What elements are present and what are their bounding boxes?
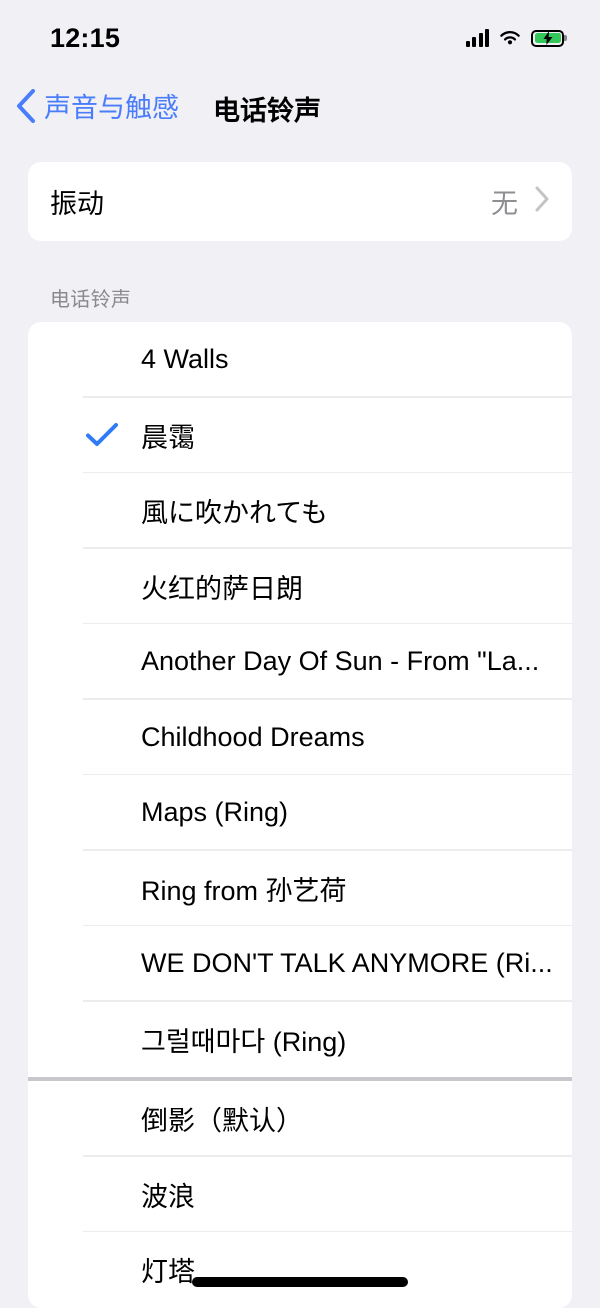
vibration-label: 振动 xyxy=(50,189,104,219)
checkmark-icon xyxy=(86,423,118,447)
ringtone-row[interactable]: 그럴때마다 (Ring) xyxy=(28,1002,572,1078)
navigation-bar: 声音与触感 电话铃声 xyxy=(0,72,600,144)
battery-charging-icon xyxy=(531,29,564,47)
ringtone-label: 火红的萨日朗 xyxy=(141,573,303,604)
vibration-card: 振动 无 xyxy=(28,162,572,241)
ringtone-row[interactable]: 波浪 xyxy=(28,1157,572,1232)
ringtone-system-group: 倒影（默认） 波浪灯塔 xyxy=(28,1081,572,1308)
ringtone-label: Ring from 孙艺荷 xyxy=(141,875,347,906)
ringtone-label: WE DON'T TALK ANYMORE (Ri... xyxy=(141,948,553,979)
ringtone-row[interactable]: 4 Walls xyxy=(28,322,572,398)
ringtone-row[interactable]: Ring from 孙艺荷 xyxy=(28,851,572,926)
ringtone-label: 波浪 xyxy=(141,1181,195,1212)
ringtone-row[interactable]: Another Day Of Sun - From "La... xyxy=(28,624,572,700)
ringtone-section-header: 电话铃声 xyxy=(50,289,132,311)
ringtone-list-card: 4 Walls 晨霭風に吹かれても 火红的萨日朗 Another Day Of Sun… xyxy=(28,322,572,1308)
back-button-label: 声音与触感 xyxy=(44,92,179,123)
ringtone-row[interactable]: 倒影（默认） xyxy=(28,1081,572,1157)
home-indicator xyxy=(192,1277,408,1287)
vibration-value: 无 xyxy=(491,189,518,219)
ringtone-row[interactable]: 晨霭 xyxy=(28,398,572,473)
ringtone-row[interactable]: WE DON'T TALK ANYMORE (Ri... xyxy=(28,926,572,1002)
ringtone-label: Childhood Dreams xyxy=(141,721,365,752)
ringtone-label: 灯塔 xyxy=(141,1257,195,1288)
ringtone-label: 4 Walls xyxy=(141,344,229,375)
settings-content: 振动 无 电话铃声 4 Walls 晨霭風に吹かれても 火红的萨日朗 Another … xyxy=(0,162,600,1308)
ringtone-label: 그럴때마다 (Ring) xyxy=(141,1026,347,1057)
status-bar-indicators xyxy=(465,25,564,47)
lightning-bolt-icon xyxy=(543,31,552,45)
page-title: 电话铃声 xyxy=(213,95,321,126)
cellular-signal-icon xyxy=(465,29,489,47)
status-bar-time: 12:15 xyxy=(50,22,121,53)
back-button[interactable]: 声音与触感 xyxy=(16,88,179,128)
ringtone-label: Another Day Of Sun - From "La... xyxy=(141,646,540,677)
ringtone-label: 風に吹かれても xyxy=(141,498,328,529)
ringtone-label: Maps (Ring) xyxy=(141,797,289,828)
ringtone-row[interactable]: 火红的萨日朗 xyxy=(28,549,572,624)
vibration-value-group: 无 xyxy=(491,182,550,221)
ringtone-custom-group: 4 Walls 晨霭風に吹かれても 火红的萨日朗 Another Day Of Sun… xyxy=(28,322,572,1077)
chevron-right-icon xyxy=(534,186,550,217)
ringtone-row[interactable]: 灯塔 xyxy=(28,1232,572,1308)
ringtone-check-slot xyxy=(86,422,141,448)
vibration-row[interactable]: 振动 无 xyxy=(28,162,572,241)
ringtone-label: 晨霭 xyxy=(141,422,195,453)
status-bar: 12:15 xyxy=(0,0,600,72)
ringtone-row[interactable]: Childhood Dreams xyxy=(28,700,572,775)
ringtone-row[interactable]: Maps (Ring) xyxy=(28,775,572,851)
wifi-icon xyxy=(498,29,522,47)
ringtone-label: 倒影（默认） xyxy=(141,1106,303,1137)
chevron-left-icon xyxy=(16,88,36,128)
ringtone-row[interactable]: 風に吹かれても xyxy=(28,473,572,549)
